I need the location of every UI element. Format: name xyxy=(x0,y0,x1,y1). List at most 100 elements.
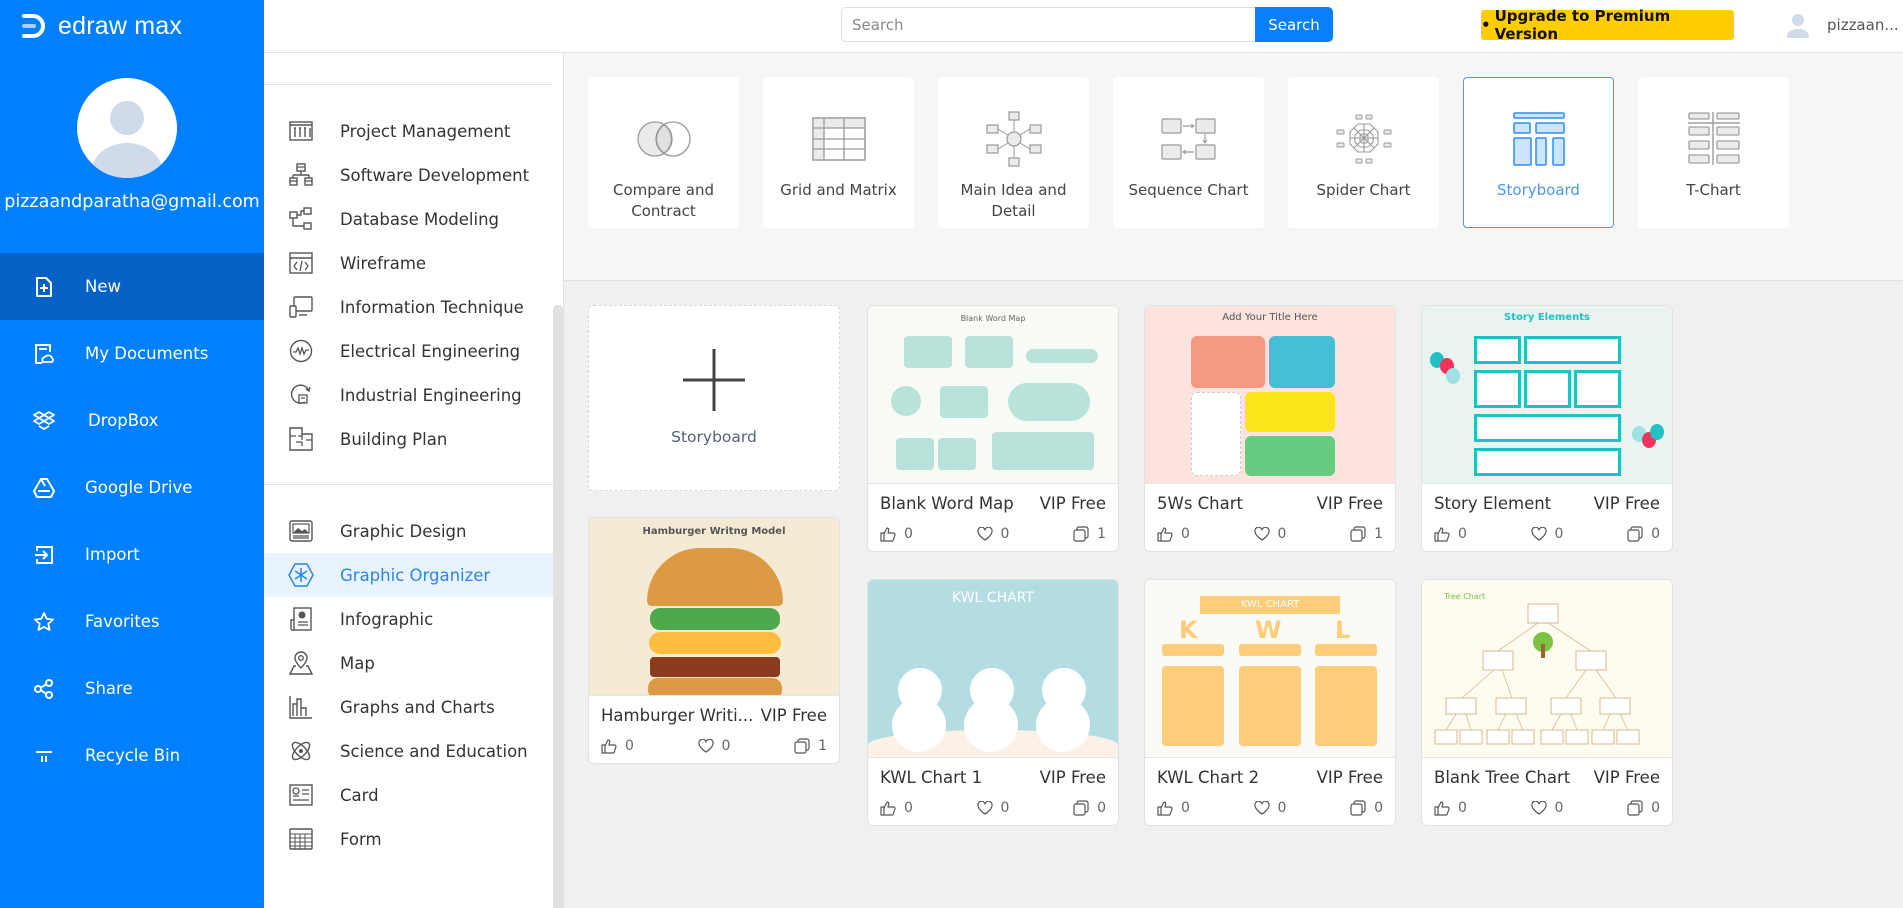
user-avatar[interactable] xyxy=(77,78,177,178)
favorite-button[interactable]: 0 xyxy=(1530,526,1564,542)
category-project-management[interactable]: Project Management xyxy=(264,109,553,153)
grid-icon xyxy=(809,112,869,166)
nav-dropbox[interactable]: DropBox xyxy=(0,387,264,454)
like-button[interactable]: 0 xyxy=(880,800,913,816)
copy-count: 1 xyxy=(818,738,827,754)
template-card-blank-word-map[interactable]: Blank Word Map Blank Word Map VIP Free 0 … xyxy=(867,305,1119,552)
nav-recycle-bin[interactable]: Recycle Bin xyxy=(0,722,264,789)
atom-icon xyxy=(288,738,314,764)
search-button[interactable]: Search xyxy=(1255,7,1333,42)
subtype-grid-and-matrix[interactable]: Grid and Matrix xyxy=(763,77,914,228)
subtype-compare-and-contrast[interactable]: Compare and Contract xyxy=(588,77,739,228)
like-button[interactable]: 0 xyxy=(1434,800,1467,816)
star-icon xyxy=(32,610,56,634)
duplicate-button[interactable]: 1 xyxy=(1073,526,1106,542)
category-scrollbar[interactable] xyxy=(553,305,563,908)
like-button[interactable]: 0 xyxy=(1157,526,1190,542)
duplicate-button[interactable]: 0 xyxy=(1627,526,1660,542)
duplicate-button[interactable]: 1 xyxy=(794,738,827,754)
like-button[interactable]: 0 xyxy=(1434,526,1467,542)
category-science-and-education[interactable]: Science and Education xyxy=(264,729,553,773)
category-graphic-organizer[interactable]: Graphic Organizer xyxy=(264,553,553,597)
template-name: 5Ws Chart xyxy=(1157,494,1243,513)
heart-icon xyxy=(976,801,993,815)
template-card-hamburger[interactable]: Hamburger Writng Model Hamburger Writi..… xyxy=(588,517,840,764)
favorite-button[interactable]: 0 xyxy=(976,800,1009,816)
like-button[interactable]: 0 xyxy=(601,738,634,754)
favorite-button[interactable]: 0 xyxy=(1253,800,1286,816)
favorite-count: 0 xyxy=(1554,526,1564,542)
duplicate-button[interactable]: 0 xyxy=(1073,800,1106,816)
duplicate-button[interactable]: 0 xyxy=(1627,800,1660,816)
thumbs-up-icon xyxy=(601,738,617,754)
nav-label: New xyxy=(85,277,121,296)
template-card-kwl-chart-2[interactable]: KWL CHART K W L KWL Chart 2 VIP Free 0 0 … xyxy=(1144,579,1396,826)
thumb-title: Blank Word Map xyxy=(960,314,1026,323)
category-wireframe[interactable]: Wireframe xyxy=(264,241,553,285)
logo[interactable]: edraw max xyxy=(18,8,182,44)
favorite-button[interactable]: 0 xyxy=(976,526,1009,542)
nav-import[interactable]: Import xyxy=(0,521,264,588)
category-card[interactable]: Card xyxy=(264,773,553,817)
nav-favorites[interactable]: Favorites xyxy=(0,588,264,655)
category-label: Form xyxy=(340,829,382,849)
nav-label: Google Drive xyxy=(85,478,193,497)
like-button[interactable]: 0 xyxy=(1157,800,1190,816)
subtype-storyboard[interactable]: Storyboard xyxy=(1463,77,1614,228)
template-name: KWL Chart 1 xyxy=(880,768,983,787)
search-input[interactable] xyxy=(841,7,1255,42)
dropbox-icon xyxy=(32,409,56,433)
heart-icon xyxy=(1530,801,1547,815)
thumbs-up-icon xyxy=(880,526,896,542)
template-name: Hamburger Writi... xyxy=(601,706,754,725)
upgrade-button[interactable]: • Upgrade to Premium Version xyxy=(1481,7,1734,43)
nav-new[interactable]: New xyxy=(0,253,264,320)
nav-share[interactable]: Share xyxy=(0,655,264,722)
duplicate-button[interactable]: 0 xyxy=(1350,800,1383,816)
heart-icon xyxy=(1253,801,1270,815)
copy-count: 0 xyxy=(1097,800,1106,816)
category-infographic[interactable]: Infographic xyxy=(264,597,553,641)
duplicate-button[interactable]: 1 xyxy=(1350,526,1383,542)
subtype-spider-chart[interactable]: Spider Chart xyxy=(1288,77,1439,228)
category-form[interactable]: Form xyxy=(264,817,553,861)
template-card-5ws-chart[interactable]: Add Your Title Here 5Ws Chart VIP Free 0 … xyxy=(1144,305,1396,552)
subtype-t-chart[interactable]: T-Chart xyxy=(1638,77,1789,228)
category-label: Card xyxy=(340,785,379,805)
template-card-kwl-chart-1[interactable]: KWL CHART KWL Chart 1 VIP Free 0 0 0 xyxy=(867,579,1119,826)
favorite-button[interactable]: 0 xyxy=(1530,800,1563,816)
user-short-name: pizzaan... xyxy=(1827,16,1899,34)
category-panel: Project Management Software Development … xyxy=(264,53,564,908)
like-count: 0 xyxy=(904,526,913,542)
category-electrical-engineering[interactable]: Electrical Engineering xyxy=(264,329,553,373)
like-button[interactable]: 0 xyxy=(880,526,913,542)
category-software-development[interactable]: Software Development xyxy=(264,153,553,197)
main-content: Compare and Contract Grid and Matrix Mai… xyxy=(564,53,1903,908)
subtype-sequence-chart[interactable]: Sequence Chart xyxy=(1113,77,1264,228)
electrical-engineering-icon xyxy=(288,338,314,364)
nav-my-documents[interactable]: My Documents xyxy=(0,320,264,387)
category-graphs-and-charts[interactable]: Graphs and Charts xyxy=(264,685,553,729)
category-database-modeling[interactable]: Database Modeling xyxy=(264,197,553,241)
thumbs-up-icon xyxy=(1434,800,1450,816)
category-graphic-design[interactable]: Graphic Design xyxy=(264,509,553,553)
template-card-blank-tree-chart[interactable]: Tree Chart Blank Tree Chart VIP Free 0 0 … xyxy=(1421,579,1673,826)
copy-count: 0 xyxy=(1651,526,1660,542)
template-card-story-element[interactable]: Story Elements Story Element VIP Free 0 0 xyxy=(1421,305,1673,552)
category-building-plan[interactable]: Building Plan xyxy=(264,417,553,461)
favorite-button[interactable]: 0 xyxy=(697,738,730,754)
favorite-button[interactable]: 0 xyxy=(1253,526,1286,542)
category-information-technique[interactable]: Information Technique xyxy=(264,285,553,329)
subtype-label: Compare and Contract xyxy=(612,181,715,220)
vip-badge: VIP Free xyxy=(1316,494,1383,513)
category-map[interactable]: Map xyxy=(264,641,553,685)
category-industrial-engineering[interactable]: Industrial Engineering xyxy=(264,373,553,417)
nav-google-drive[interactable]: Google Drive xyxy=(0,454,264,521)
new-blank-storyboard-card[interactable]: Storyboard xyxy=(588,305,840,491)
category-label: Project Management xyxy=(340,121,511,141)
form-icon xyxy=(288,826,314,852)
graphic-organizer-icon xyxy=(288,562,314,588)
nav-label: Share xyxy=(85,679,133,698)
user-menu[interactable]: pizzaan... xyxy=(1785,10,1899,40)
subtype-main-idea-and-detail[interactable]: Main Idea and Detail xyxy=(938,77,1089,228)
